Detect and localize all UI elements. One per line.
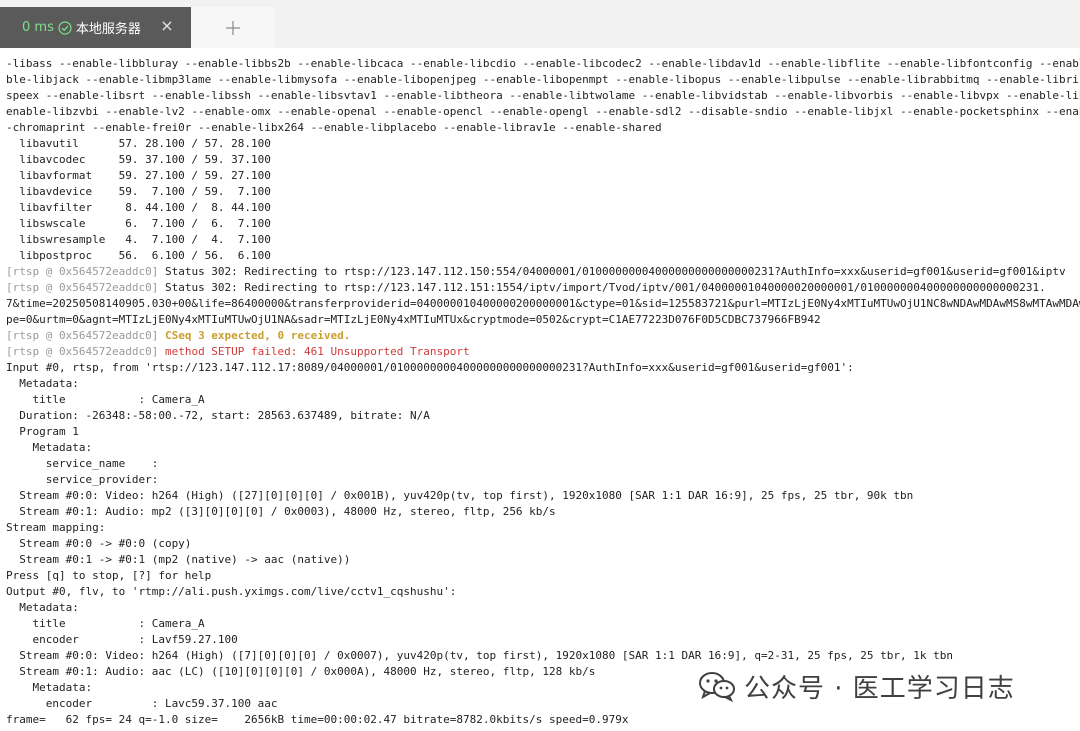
log-message: Metadata:: [6, 441, 93, 454]
log-message: libswresample 4. 7.100 / 4. 7.100: [6, 233, 271, 246]
log-message: libpostproc 56. 6.100 / 56. 6.100: [6, 249, 271, 262]
terminal-lines: -libass --enable-libbluray --enable-libb…: [6, 56, 1080, 728]
log-message: Press [q] to stop, [?] for help: [6, 569, 212, 582]
new-tab-button[interactable]: [191, 7, 275, 48]
log-message: -libass --enable-libbluray --enable-libb…: [6, 57, 1080, 70]
log-message: Status 302: Redirecting to rtsp://123.14…: [158, 281, 1046, 294]
terminal-line: [rtsp @ 0x564572eaddc0] method SETUP fai…: [6, 344, 1080, 360]
terminal-line: enable-libzvbi --enable-lv2 --enable-omx…: [6, 104, 1080, 120]
log-message: 7&time=20250508140905.030+00&life=864000…: [6, 297, 1080, 310]
check-circle-icon: [58, 20, 72, 35]
log-message: CSeq 3 expected, 0 received.: [158, 329, 351, 342]
log-message: encoder : Lavc59.37.100 aac: [6, 697, 278, 710]
terminal-line: libavfilter 8. 44.100 / 8. 44.100: [6, 200, 1080, 216]
terminal-line: -libass --enable-libbluray --enable-libb…: [6, 56, 1080, 72]
terminal-line: libswresample 4. 7.100 / 4. 7.100: [6, 232, 1080, 248]
log-message: Metadata:: [6, 681, 93, 694]
log-message: Stream #0:0 -> #0:0 (copy): [6, 537, 192, 550]
log-message: title : Camera_A: [6, 617, 205, 630]
terminal-line: [rtsp @ 0x564572eaddc0] CSeq 3 expected,…: [6, 328, 1080, 344]
watermark: 公众号 · 医工学习日志: [698, 668, 1015, 704]
terminal-line: [rtsp @ 0x564572eaddc0] Status 302: Redi…: [6, 264, 1080, 280]
terminal-line: Press [q] to stop, [?] for help: [6, 568, 1080, 584]
terminal-line: Stream mapping:: [6, 520, 1080, 536]
log-source-tag: [rtsp @ 0x564572eaddc0]: [6, 329, 159, 342]
log-message: Stream mapping:: [6, 521, 106, 534]
terminal-line: service_name :: [6, 456, 1080, 472]
terminal-line: Duration: -26348:-58:00.-72, start: 2856…: [6, 408, 1080, 424]
log-message: Stream #0:1: Audio: aac (LC) ([10][0][0]…: [6, 665, 596, 678]
terminal-line: title : Camera_A: [6, 616, 1080, 632]
log-message: method SETUP failed: 461 Unsupported Tra…: [158, 345, 470, 358]
log-message: Metadata:: [6, 377, 79, 390]
log-message: Metadata:: [6, 601, 79, 614]
log-message: libavdevice 59. 7.100 / 59. 7.100: [6, 185, 271, 198]
log-message: Stream #0:0: Video: h264 (High) ([7][0][…: [6, 649, 954, 662]
terminal-line: Stream #0:0 -> #0:0 (copy): [6, 536, 1080, 552]
terminal-line: pe=0&urtm=0&agnt=MTIzLjE0Ny4xMTIuMTUwOjU…: [6, 312, 1080, 328]
log-message: libavformat 59. 27.100 / 59. 27.100: [6, 169, 271, 182]
terminal-line: libavdevice 59. 7.100 / 59. 7.100: [6, 184, 1080, 200]
wechat-icon: [699, 672, 735, 702]
terminal-line: -chromaprint --enable-frei0r --enable-li…: [6, 120, 1080, 136]
terminal-line: speex --enable-libsrt --enable-libssh --…: [6, 88, 1080, 104]
latency-indicator: 0 ms: [22, 20, 54, 35]
log-message: service_name :: [6, 457, 159, 470]
terminal-line: frame= 62 fps= 24 q=-1.0 size= 2656kB ti…: [6, 712, 1080, 728]
terminal-line: libavcodec 59. 37.100 / 59. 37.100: [6, 152, 1080, 168]
terminal-line: Metadata:: [6, 376, 1080, 392]
log-message: libavfilter 8. 44.100 / 8. 44.100: [6, 201, 271, 214]
log-message: Output #0, flv, to 'rtmp://ali.push.yxim…: [6, 585, 457, 598]
terminal-line: Program 1: [6, 424, 1080, 440]
log-source-tag: [rtsp @ 0x564572eaddc0]: [6, 345, 159, 358]
terminal-output[interactable]: -libass --enable-libbluray --enable-libb…: [0, 48, 1080, 731]
terminal-line: Stream #0:0: Video: h264 (High) ([7][0][…: [6, 648, 1080, 664]
log-source-tag: [rtsp @ 0x564572eaddc0]: [6, 265, 159, 278]
terminal-line: [rtsp @ 0x564572eaddc0] Status 302: Redi…: [6, 280, 1080, 296]
terminal-line: libavutil 57. 28.100 / 57. 28.100: [6, 136, 1080, 152]
log-message: enable-libzvbi --enable-lv2 --enable-omx…: [6, 105, 1080, 118]
log-message: Input #0, rtsp, from 'rtsp://123.147.112…: [6, 361, 854, 374]
log-message: ble-libjack --enable-libmp3lame --enable…: [6, 73, 1080, 86]
tab-bar: 0 ms 本地服务器 ×: [0, 0, 1080, 48]
log-message: Status 302: Redirecting to rtsp://123.14…: [158, 265, 1066, 278]
log-message: encoder : Lavf59.27.100: [6, 633, 238, 646]
terminal-line: Metadata:: [6, 600, 1080, 616]
terminal-line: Input #0, rtsp, from 'rtsp://123.147.112…: [6, 360, 1080, 376]
log-source-tag: [rtsp @ 0x564572eaddc0]: [6, 281, 159, 294]
log-message: title : Camera_A: [6, 393, 205, 406]
log-message: libavcodec 59. 37.100 / 59. 37.100: [6, 153, 271, 166]
terminal-line: Output #0, flv, to 'rtmp://ali.push.yxim…: [6, 584, 1080, 600]
terminal-line: Stream #0:1 -> #0:1 (mp2 (native) -> aac…: [6, 552, 1080, 568]
log-message: -chromaprint --enable-frei0r --enable-li…: [6, 121, 662, 134]
terminal-line: libpostproc 56. 6.100 / 56. 6.100: [6, 248, 1080, 264]
terminal-line: title : Camera_A: [6, 392, 1080, 408]
tab-label: 本地服务器: [75, 22, 141, 37]
terminal-line: Stream #0:1: Audio: mp2 ([3][0][0][0] / …: [6, 504, 1080, 520]
terminal-line: libavformat 59. 27.100 / 59. 27.100: [6, 168, 1080, 184]
log-message: service_provider:: [6, 473, 159, 486]
terminal-line: 7&time=20250508140905.030+00&life=864000…: [6, 296, 1080, 312]
log-message: Program 1: [6, 425, 79, 438]
log-message: frame= 62 fps= 24 q=-1.0 size= 2656kB ti…: [6, 713, 629, 726]
log-message: Duration: -26348:-58:00.-72, start: 2856…: [6, 409, 430, 422]
terminal-line: Metadata:: [6, 440, 1080, 456]
watermark-text: 公众号 · 医工学习日志: [744, 673, 1015, 704]
close-icon[interactable]: ×: [158, 17, 176, 35]
terminal-line: service_provider:: [6, 472, 1080, 488]
log-message: libavutil 57. 28.100 / 57. 28.100: [6, 137, 271, 150]
log-message: speex --enable-libsrt --enable-libssh --…: [6, 89, 1080, 102]
log-message: Stream #0:1: Audio: mp2 ([3][0][0][0] / …: [6, 505, 556, 518]
log-message: Stream #0:1 -> #0:1 (mp2 (native) -> aac…: [6, 553, 351, 566]
terminal-line: libswscale 6. 7.100 / 6. 7.100: [6, 216, 1080, 232]
log-message: libswscale 6. 7.100 / 6. 7.100: [6, 217, 271, 230]
log-message: pe=0&urtm=0&agnt=MTIzLjE0Ny4xMTIuMTUwOjU…: [6, 313, 821, 326]
plus-icon: [226, 20, 240, 35]
terminal-line: encoder : Lavf59.27.100: [6, 632, 1080, 648]
terminal-line: ble-libjack --enable-libmp3lame --enable…: [6, 72, 1080, 88]
log-message: Stream #0:0: Video: h264 (High) ([27][0]…: [6, 489, 914, 502]
tab-local-server[interactable]: 0 ms 本地服务器 ×: [0, 7, 191, 48]
terminal-line: Stream #0:0: Video: h264 (High) ([27][0]…: [6, 488, 1080, 504]
